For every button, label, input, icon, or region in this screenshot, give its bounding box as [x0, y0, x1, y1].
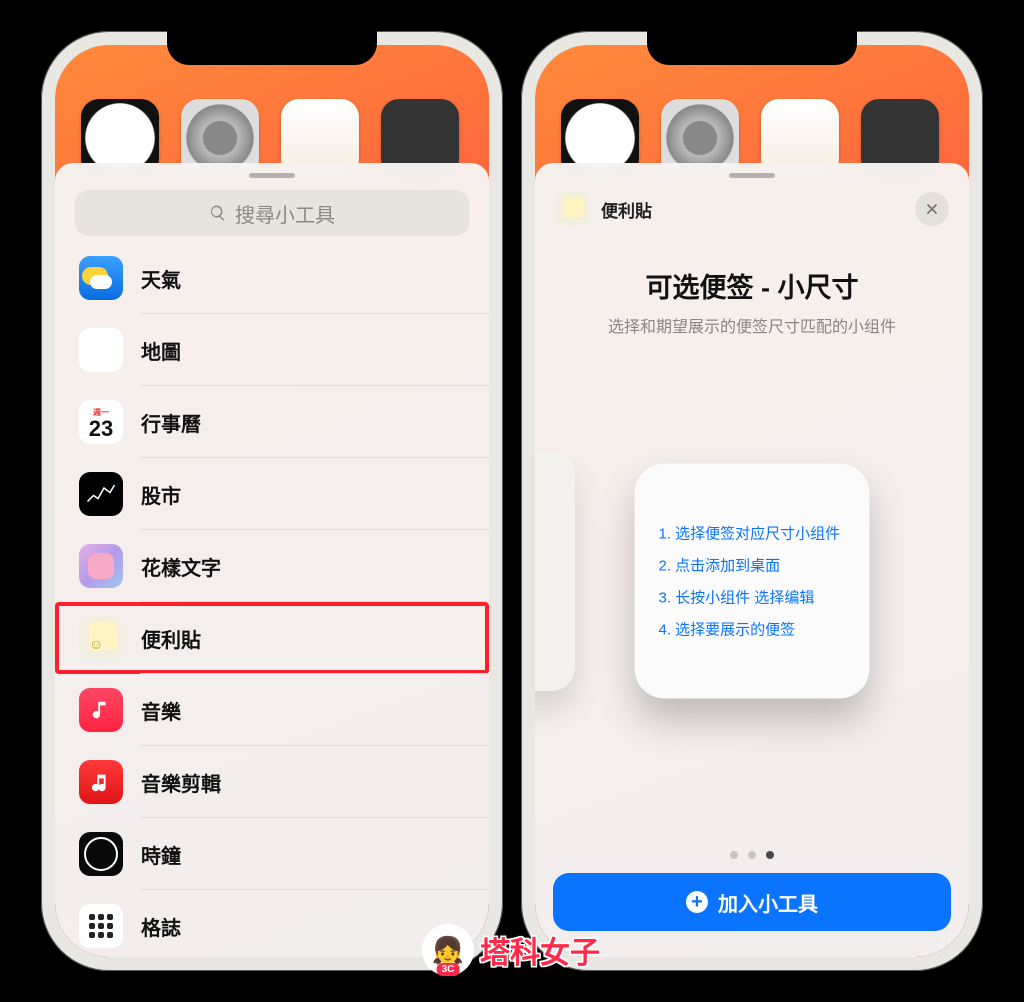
stocks-icon — [79, 472, 123, 516]
list-item-calendar[interactable]: 週一 23 行事曆 — [55, 386, 489, 458]
watermark-text: 塔科女子 — [480, 928, 600, 972]
plus-icon: + — [686, 891, 708, 913]
list-item-maps[interactable]: ➤ 地圖 — [55, 314, 489, 386]
widget-step: 4. 选择要展示的便签 — [659, 618, 846, 639]
close-button[interactable] — [915, 192, 949, 226]
page-dot-active — [766, 851, 774, 859]
music-clip-icon — [79, 760, 123, 804]
journal-icon — [79, 904, 123, 948]
list-item-sticky-note[interactable]: 便利貼 — [55, 602, 489, 674]
widget-gallery-sheet: 搜尋小工具 天氣 ➤ 地圖 週一 23 — [55, 163, 489, 957]
sheet-grabber[interactable] — [249, 173, 295, 178]
detail-app-name: 便利貼 — [601, 197, 652, 222]
detail-header: 便利貼 — [535, 190, 969, 244]
screen-left: 搜尋小工具 天氣 ➤ 地圖 週一 23 — [55, 45, 489, 957]
widget-step: 2. 点击添加到桌面 — [659, 554, 846, 575]
sticky-note-icon — [555, 192, 589, 226]
list-item-label: 便利貼 — [141, 624, 201, 653]
add-widget-label: 加入小工具 — [718, 888, 818, 917]
widget-detail-sheet: 便利貼 可选便签 - 小尺寸 选择和期望展示的便签尺寸匹配的小组件 1. 选择便… — [535, 163, 969, 957]
page-dot — [730, 851, 738, 859]
sheet-grabber[interactable] — [729, 173, 775, 178]
widget-preview-prev — [535, 451, 575, 691]
phone-left: 搜尋小工具 天氣 ➤ 地圖 週一 23 — [41, 31, 503, 971]
list-item-fancy-text[interactable]: 花樣文字 — [55, 530, 489, 602]
list-item-label: 股市 — [141, 480, 181, 509]
widget-step: 3. 长按小组件 选择编辑 — [659, 586, 846, 607]
watermark-avatar: 👧 — [424, 926, 472, 974]
widget-preview-carousel[interactable]: 1. 选择便签对应尺寸小组件 2. 点击添加到桌面 3. 长按小组件 选择编辑 … — [535, 337, 969, 845]
list-item-label: 行事曆 — [141, 408, 201, 437]
widget-preview-card: 1. 选择便签对应尺寸小组件 2. 点击添加到桌面 3. 长按小组件 选择编辑 … — [635, 463, 870, 698]
page-indicator — [535, 845, 969, 873]
search-icon — [209, 204, 227, 222]
add-widget-button[interactable]: + 加入小工具 — [553, 873, 951, 931]
screen-right: 便利貼 可选便签 - 小尺寸 选择和期望展示的便签尺寸匹配的小组件 1. 选择便… — [535, 45, 969, 957]
widget-step: 1. 选择便签对应尺寸小组件 — [659, 522, 846, 543]
list-item-music[interactable]: 音樂 — [55, 674, 489, 746]
device-notch — [167, 31, 377, 65]
list-item-music-clip[interactable]: 音樂剪輯 — [55, 746, 489, 818]
widget-size-subtitle: 选择和期望展示的便签尺寸匹配的小组件 — [535, 313, 969, 337]
search-widgets-field[interactable]: 搜尋小工具 — [75, 190, 469, 236]
page-dot — [748, 851, 756, 859]
list-item-label: 音樂 — [141, 696, 181, 725]
phone-right: 便利貼 可选便签 - 小尺寸 选择和期望展示的便签尺寸匹配的小组件 1. 选择便… — [521, 31, 983, 971]
sticky-note-icon — [79, 616, 123, 660]
list-item-label: 天氣 — [141, 264, 181, 293]
list-item-label: 時鐘 — [141, 840, 181, 869]
list-item-weather[interactable]: 天氣 — [55, 242, 489, 314]
maps-icon: ➤ — [79, 328, 123, 372]
music-icon — [79, 688, 123, 732]
list-item-label: 花樣文字 — [141, 552, 221, 581]
widget-app-list[interactable]: 天氣 ➤ 地圖 週一 23 行事曆 — [55, 242, 489, 957]
clock-icon — [79, 832, 123, 876]
search-placeholder: 搜尋小工具 — [235, 199, 335, 228]
weather-icon — [79, 256, 123, 300]
close-icon — [925, 202, 939, 216]
list-item-clock[interactable]: 時鐘 — [55, 818, 489, 890]
widget-size-title: 可选便签 - 小尺寸 — [535, 244, 969, 313]
device-notch — [647, 31, 857, 65]
calendar-icon: 週一 23 — [79, 400, 123, 444]
watermark: 👧 塔科女子 — [424, 926, 600, 974]
list-item-label: 格誌 — [141, 912, 181, 941]
list-item-label: 地圖 — [141, 336, 181, 365]
fancy-text-icon — [79, 544, 123, 588]
list-item-label: 音樂剪輯 — [141, 768, 221, 797]
list-item-stocks[interactable]: 股市 — [55, 458, 489, 530]
